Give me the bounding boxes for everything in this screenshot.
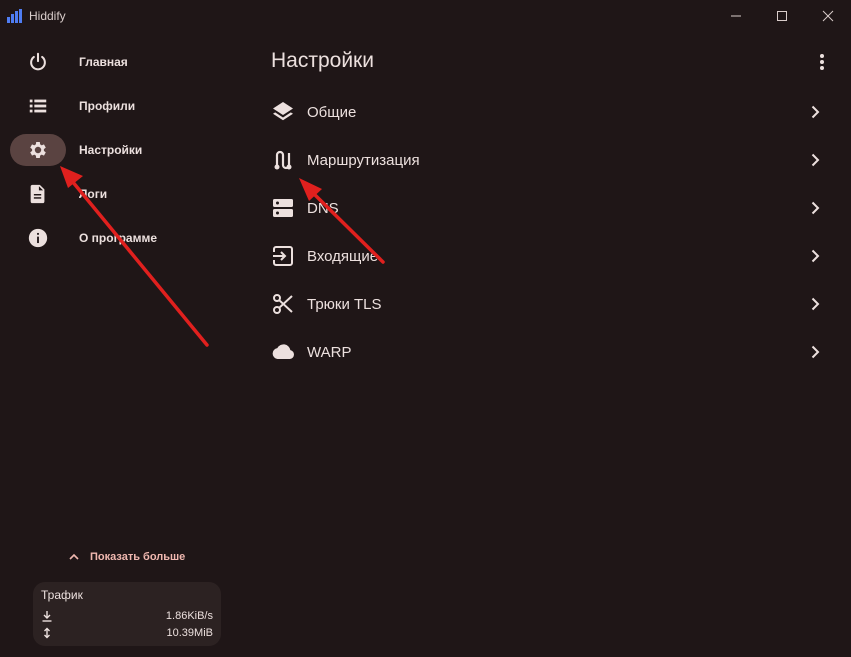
settings-item-label: Маршрутизация — [307, 151, 420, 169]
settings-item-tls-tricks[interactable]: Трюки TLS — [256, 280, 836, 328]
gear-icon — [30, 142, 46, 158]
page-title: Настройки — [271, 49, 374, 72]
sidebar-item-label: О программе — [79, 231, 158, 245]
settings-item-label: WARP — [307, 343, 352, 361]
chevron-right-icon — [808, 345, 822, 359]
traffic-total-row: 10.39MiB — [41, 625, 213, 641]
dns-icon — [273, 199, 293, 217]
info-icon — [28, 228, 48, 248]
maximize-button[interactable] — [759, 0, 805, 32]
traffic-card: Трафик 1.86KiB/s 10.39MiB — [33, 582, 221, 646]
maximize-icon — [777, 11, 787, 21]
input-icon — [273, 246, 293, 266]
minimize-icon — [731, 15, 741, 17]
show-more-label: Показать больше — [90, 551, 186, 563]
settings-item-label: DNS — [307, 199, 339, 217]
sidebar-item-settings[interactable]: Настройки — [10, 134, 230, 166]
chevron-right-icon — [808, 201, 822, 215]
traffic-total: 10.39MiB — [166, 627, 213, 639]
settings-page: Настройки Общие Маршрутизация DNS Входящ… — [256, 32, 851, 657]
scissors-icon — [273, 294, 293, 314]
sidebar-item-logs[interactable]: Логи — [10, 178, 230, 210]
download-icon — [42, 611, 52, 622]
layers-icon — [273, 102, 293, 121]
settings-item-dns[interactable]: DNS — [256, 184, 836, 232]
more-options-button[interactable] — [808, 48, 836, 76]
chevron-right-icon — [808, 153, 822, 167]
settings-item-label: Общие — [307, 103, 357, 121]
window-title: Hiddify — [29, 9, 66, 23]
sidebar-item-profiles[interactable]: Профили — [10, 90, 230, 122]
sidebar-item-label: Главная — [79, 55, 128, 69]
power-icon — [30, 52, 46, 71]
up-down-arrow-icon — [44, 627, 50, 639]
chevron-up-icon — [69, 553, 79, 560]
sidebar-item-label: Логи — [79, 187, 108, 201]
title-bar: Hiddify — [0, 0, 851, 32]
settings-item-warp[interactable]: WARP — [256, 328, 836, 376]
document-icon — [30, 184, 45, 204]
close-icon — [822, 10, 834, 22]
traffic-download-row: 1.86KiB/s — [41, 608, 213, 624]
sidebar-item-home[interactable]: Главная — [10, 46, 230, 78]
sidebar-item-about[interactable]: О программе — [10, 222, 230, 254]
settings-item-routing[interactable]: Маршрутизация — [256, 136, 836, 184]
traffic-title: Трафик — [41, 588, 83, 602]
settings-item-label: Входящие — [307, 247, 379, 265]
chevron-right-icon — [808, 249, 822, 263]
hiddify-logo-icon — [7, 9, 22, 23]
cloud-icon — [272, 344, 295, 359]
minimize-button[interactable] — [713, 0, 759, 32]
show-more-button[interactable]: Показать больше — [68, 548, 185, 566]
chevron-right-icon — [808, 105, 822, 119]
chevron-right-icon — [808, 297, 822, 311]
app-window: Hiddify Главная Профили Настройки Логи О… — [0, 0, 851, 657]
sidebar-item-label: Профили — [79, 99, 136, 113]
traffic-download-rate: 1.86KiB/s — [165, 610, 213, 622]
settings-item-inbound[interactable]: Входящие — [256, 232, 836, 280]
route-icon — [274, 150, 292, 170]
more-vert-icon — [820, 54, 824, 70]
sidebar: Главная Профили Настройки Логи О програм… — [0, 32, 240, 657]
settings-item-general[interactable]: Общие — [256, 88, 836, 136]
sidebar-item-label: Настройки — [79, 143, 143, 157]
settings-item-label: Трюки TLS — [307, 295, 382, 313]
close-button[interactable] — [805, 0, 851, 32]
list-icon — [29, 99, 47, 113]
